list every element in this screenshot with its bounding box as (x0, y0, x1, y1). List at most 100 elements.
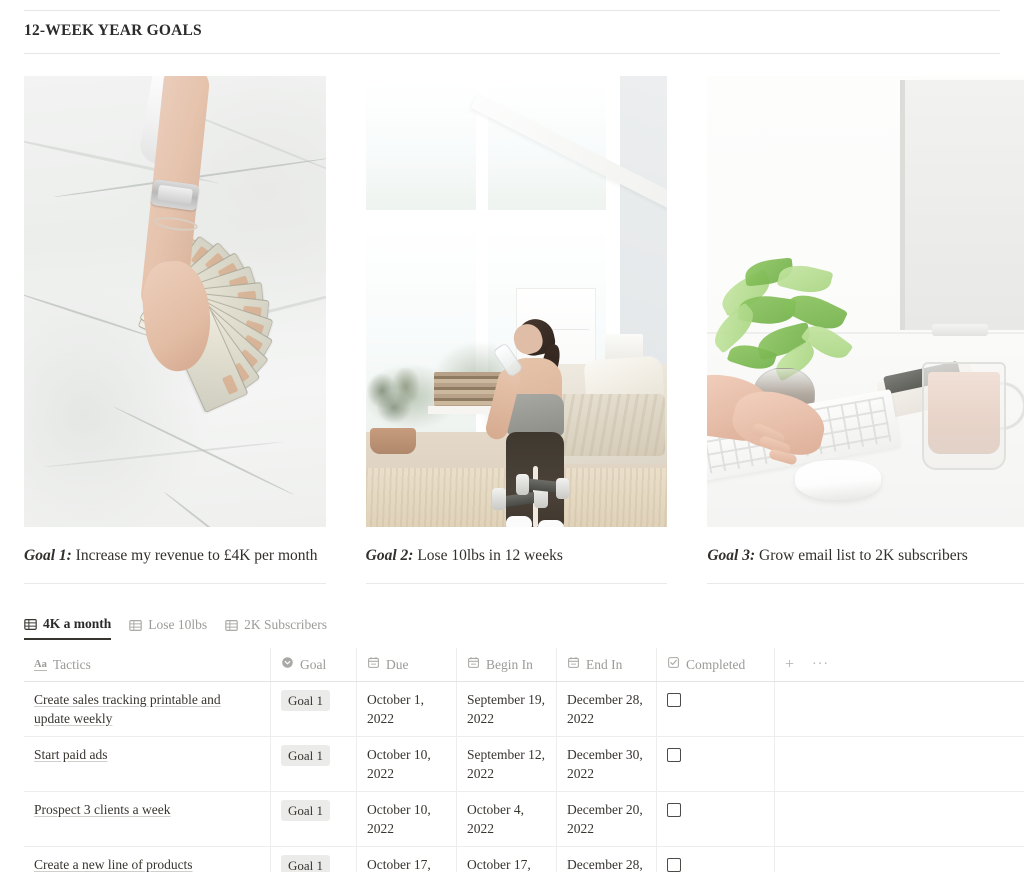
computer-mouse (795, 460, 882, 500)
goal-column-3: Goal 3: Grow email list to 2K subscriber… (707, 76, 1024, 584)
column-header-goal[interactable]: Goal (271, 648, 357, 681)
tactic-link[interactable]: Create sales tracking printable and upda… (34, 692, 221, 726)
cell-due[interactable]: October 10, 2022 (357, 737, 457, 791)
table-header-row: Aa Tactics Goal Due Begin In End In Comp… (24, 648, 1024, 682)
tab-2k-subscribers[interactable]: 2K Subscribers (225, 617, 327, 639)
dumbbell-weight (491, 488, 506, 510)
cell-end-in[interactable]: December 28, 2022 (557, 847, 657, 872)
cell-tactic[interactable]: Create a new line of products (24, 847, 271, 872)
goal-image-desk[interactable] (707, 76, 1024, 527)
column-header-end-in[interactable]: End In (557, 648, 657, 681)
tab-4k-a-month[interactable]: 4K a month (24, 616, 112, 640)
goal-divider-3 (707, 583, 1024, 584)
cell-begin-in[interactable]: September 19, 2022 (457, 682, 557, 736)
cell-begin-in[interactable]: September 12, 2022 (457, 737, 557, 791)
column-header-tactics[interactable]: Aa Tactics (24, 648, 271, 681)
cell-end-in[interactable]: December 28, 2022 (557, 682, 657, 736)
goal-caption-1: Goal 1: Increase my revenue to £4K per m… (24, 543, 326, 568)
cell-completed[interactable] (657, 737, 775, 791)
completed-checkbox[interactable] (667, 693, 681, 707)
completed-checkbox[interactable] (667, 748, 681, 762)
tab-label: Lose 10lbs (148, 617, 208, 632)
title-divider-bottom (24, 53, 1000, 54)
calendar-icon (567, 655, 580, 674)
dumbbell-weight (515, 474, 529, 495)
cell-due[interactable]: October 10, 2022 (357, 792, 457, 846)
column-label: Goal (300, 657, 327, 672)
sneaker (505, 516, 532, 527)
cell-end-in[interactable]: December 20, 2022 (557, 792, 657, 846)
goal-divider-2 (365, 583, 668, 584)
goal-column-2: Goal 2: Lose 10lbs in 12 weeks (365, 76, 668, 584)
table-icon (24, 618, 37, 631)
column-label: Begin In (486, 657, 533, 672)
page-title: 12-WEEK YEAR GOALS (24, 22, 202, 39)
dumbbell-weight (555, 478, 569, 499)
database-view-tabs: 4K a month Lose 10lbs 2K Subscribers (24, 616, 327, 640)
column-label: Completed (686, 657, 746, 672)
goal-text-3: Grow email list to 2K subscribers (755, 547, 968, 564)
completed-checkbox[interactable] (667, 803, 681, 817)
tactic-link[interactable]: Create a new line of products (34, 857, 193, 872)
cell-begin-in[interactable]: October 17, 2022 (457, 847, 557, 872)
goal-tag: Goal 1 (281, 855, 331, 872)
table-header-actions: + ··· (775, 648, 1024, 681)
cell-begin-in[interactable]: October 4, 2022 (457, 792, 557, 846)
table-row[interactable]: Prospect 3 clients a week Goal 1 October… (24, 792, 1024, 847)
cell-due[interactable]: October 17, 2022 (357, 847, 457, 872)
table-more-menu-button[interactable]: ··· (812, 658, 829, 672)
cell-completed[interactable] (657, 682, 775, 736)
cell-empty (775, 847, 1024, 872)
table-icon (225, 619, 238, 632)
cell-empty (775, 792, 1024, 846)
tactic-link[interactable]: Start paid ads (34, 747, 108, 762)
goal-image-money[interactable] (24, 76, 326, 527)
tactics-table: Aa Tactics Goal Due Begin In End In Comp… (24, 648, 1024, 872)
cell-tactic[interactable]: Start paid ads (24, 737, 271, 791)
cell-due[interactable]: October 1, 2022 (357, 682, 457, 736)
goal-text-2: Lose 10lbs in 12 weeks (413, 547, 563, 564)
cell-empty (775, 737, 1024, 791)
column-header-due[interactable]: Due (357, 648, 457, 681)
column-label: Tactics (52, 657, 91, 672)
goal-tag: Goal 1 (281, 800, 331, 821)
completed-checkbox[interactable] (667, 858, 681, 872)
table-row[interactable]: Create sales tracking printable and upda… (24, 682, 1024, 737)
cell-goal[interactable]: Goal 1 (271, 737, 357, 791)
cell-tactic[interactable]: Prospect 3 clients a week (24, 792, 271, 846)
checkbox-icon (667, 655, 680, 674)
cell-tactic[interactable]: Create sales tracking printable and upda… (24, 682, 271, 736)
goal-caption-2: Goal 2: Lose 10lbs in 12 weeks (366, 543, 668, 568)
goal-image-fitness[interactable] (365, 76, 668, 527)
cell-completed[interactable] (657, 792, 775, 846)
column-label: Due (386, 657, 409, 672)
title-divider-top (24, 10, 1000, 11)
goal-divider-1 (24, 583, 326, 584)
add-column-button[interactable]: + (785, 657, 794, 673)
cell-end-in[interactable]: December 30, 2022 (557, 737, 657, 791)
goal-text-1: Increase my revenue to £4K per month (71, 547, 318, 564)
tab-label: 2K Subscribers (244, 617, 328, 632)
tab-lose-10lbs[interactable]: Lose 10lbs (129, 617, 207, 639)
sneaker (537, 520, 564, 527)
glass-mug (922, 362, 1006, 470)
select-icon (281, 655, 294, 674)
monitor-stand (932, 324, 988, 336)
cell-goal[interactable]: Goal 1 (271, 792, 357, 846)
column-header-completed[interactable]: Completed (657, 648, 775, 681)
cell-completed[interactable] (657, 847, 775, 872)
column-label: End In (586, 657, 623, 672)
goal-column-1: Goal 1: Increase my revenue to £4K per m… (24, 76, 326, 584)
cell-goal[interactable]: Goal 1 (271, 847, 357, 872)
monitor-bezel (900, 80, 1024, 330)
tactic-link[interactable]: Prospect 3 clients a week (34, 802, 170, 817)
column-header-begin-in[interactable]: Begin In (457, 648, 557, 681)
plant-pot (369, 428, 416, 454)
cell-goal[interactable]: Goal 1 (271, 682, 357, 736)
window-pane (365, 82, 476, 210)
calendar-icon (367, 655, 380, 674)
table-row[interactable]: Start paid ads Goal 1 October 10, 2022 S… (24, 737, 1024, 792)
calendar-icon (467, 655, 480, 674)
table-row[interactable]: Create a new line of products Goal 1 Oct… (24, 847, 1024, 872)
goal-tag: Goal 1 (281, 690, 331, 711)
